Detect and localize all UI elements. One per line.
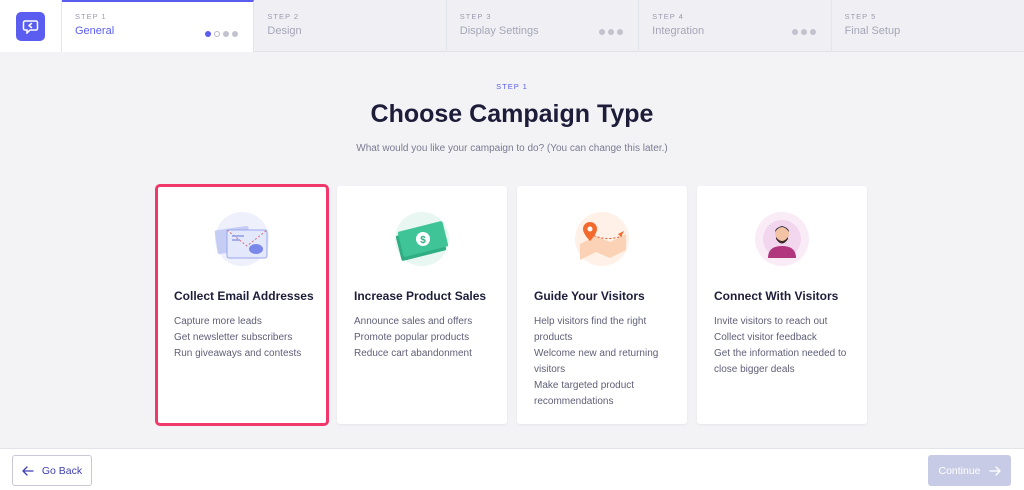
list-item: Welcome new and returning — [534, 348, 659, 359]
app-logo-icon[interactable] — [16, 11, 45, 41]
step-final-setup[interactable]: STEP 5 Final Setup — [832, 0, 1024, 52]
progress-dot — [223, 31, 230, 37]
list-item: Collect visitor feedback — [714, 332, 817, 343]
campaign-type-card-connect-visitors[interactable]: Connect With Visitors Invite visitors to… — [697, 186, 867, 424]
list-item: Invite visitors to reach out — [714, 316, 828, 327]
progress-dot — [809, 29, 816, 35]
progress-dot — [232, 31, 239, 37]
envelope-icon — [210, 208, 274, 270]
step-label: STEP 5 — [844, 12, 877, 21]
list-item: Help visitors find the right — [534, 316, 647, 327]
arrow-left-icon — [22, 465, 34, 476]
card-title: Collect Email Addresses — [174, 289, 314, 303]
campaign-type-card-collect-email[interactable]: Collect Email Addresses Capture more lea… — [155, 184, 329, 426]
progress-dot — [205, 31, 212, 37]
list-item: products — [534, 332, 573, 343]
step-integration[interactable]: STEP 4 Integration — [639, 0, 832, 52]
continue-label: Continue — [938, 464, 981, 477]
list-item: Reduce cart abandonment — [354, 348, 472, 359]
list-item: Make targeted product — [534, 380, 635, 391]
card-title: Guide Your Visitors — [534, 289, 645, 303]
campaign-type-card-guide-visitors[interactable]: Guide Your Visitors Help visitors find t… — [517, 186, 687, 424]
progress-dot — [791, 29, 798, 35]
list-item: Run giveaways and contests — [174, 348, 302, 359]
campaign-type-card-increase-sales[interactable]: $ Increase Product Sales Announce sales … — [337, 186, 507, 424]
logo-cell — [0, 0, 62, 52]
step-display-settings[interactable]: STEP 3 Display Settings — [447, 0, 640, 52]
page-subtitle: What would you like your campaign to do?… — [356, 143, 668, 154]
step-general[interactable]: STEP 1 General — [62, 0, 255, 52]
go-back-button[interactable]: Go Back — [12, 455, 92, 486]
list-item: Get newsletter subscribers — [174, 332, 293, 343]
card-feature-list: Invite visitors to reach out Collect vis… — [714, 314, 855, 378]
step-progress-dots — [205, 31, 239, 37]
card-feature-list: Announce sales and offers Promote popula… — [354, 314, 495, 362]
step-label: STEP 3 — [459, 12, 492, 21]
card-feature-list: Help visitors find the right products We… — [534, 314, 675, 410]
svg-text:$: $ — [420, 235, 426, 246]
progress-dot — [800, 29, 807, 35]
step-name: Design — [267, 25, 302, 37]
progress-dot — [599, 29, 606, 35]
progress-dot — [617, 29, 624, 35]
step-progress-dots — [599, 29, 624, 35]
list-item: Announce sales and offers — [354, 316, 473, 327]
list-item: Get the information needed to — [714, 348, 847, 359]
step-label: STEP 2 — [267, 12, 300, 21]
step-progress-dots — [791, 29, 816, 35]
avatar-icon — [750, 208, 814, 270]
list-item: visitors — [534, 364, 566, 375]
step-label: STEP 1 — [75, 12, 107, 21]
step-design[interactable]: STEP 2 Design — [254, 0, 447, 52]
money-bill-icon: $ — [390, 208, 454, 270]
page-title: Choose Campaign Type — [370, 100, 654, 128]
list-item: Promote popular products — [354, 332, 470, 343]
footer-bar: Go Back Continue — [0, 448, 1024, 490]
map-pin-icon — [570, 208, 634, 270]
progress-dot — [608, 29, 615, 35]
step-eyebrow: STEP 1 — [496, 82, 528, 91]
list-item: close bigger deals — [714, 364, 795, 375]
card-title: Connect With Visitors — [714, 289, 839, 303]
stepper-bar: STEP 1 General STEP 2 Design STEP 3 Disp… — [0, 0, 1024, 52]
card-title: Increase Product Sales — [354, 289, 487, 303]
go-back-label: Go Back — [41, 464, 83, 477]
step-label: STEP 4 — [652, 12, 684, 21]
step-name: Final Setup — [844, 25, 901, 37]
progress-dot — [214, 31, 221, 37]
card-feature-list: Capture more leads Get newsletter subscr… — [174, 314, 315, 362]
list-item: Capture more leads — [174, 316, 262, 327]
arrow-right-icon — [988, 465, 1001, 476]
continue-button[interactable]: Continue — [928, 455, 1011, 486]
list-item: recommendations — [534, 396, 614, 407]
